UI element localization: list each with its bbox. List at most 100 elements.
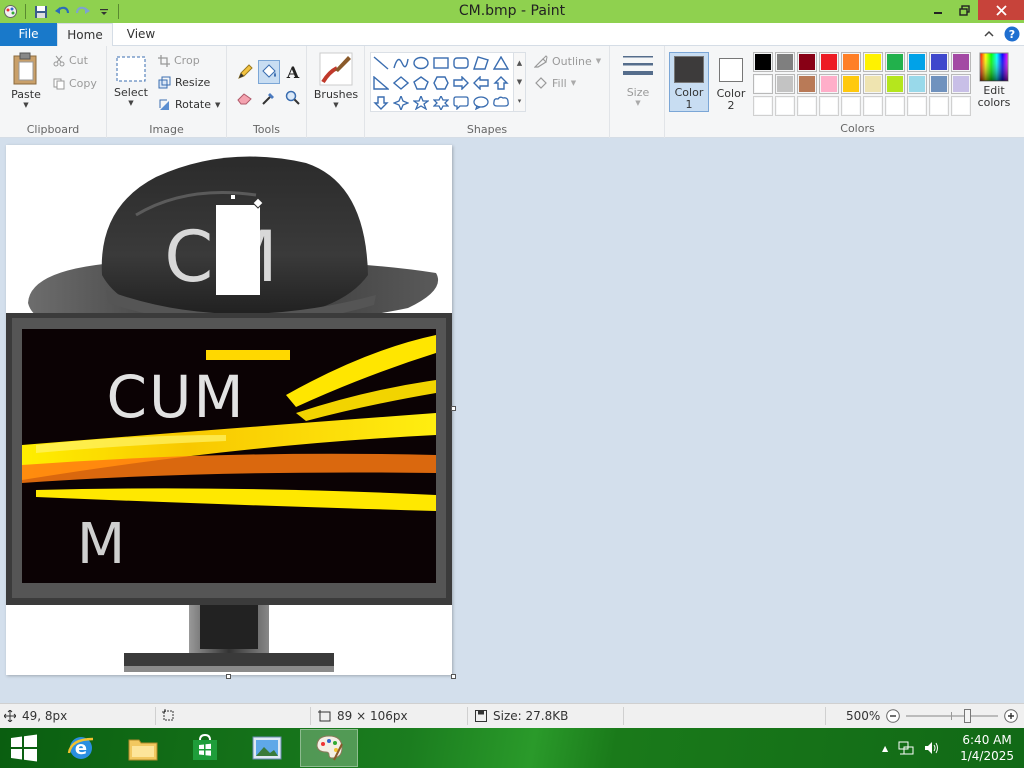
down-arrow-shape-icon[interactable]: [371, 93, 391, 113]
zoom-out-icon[interactable]: [886, 709, 901, 723]
palette-swatch-3-1[interactable]: [753, 96, 773, 116]
help-icon[interactable]: ?: [1004, 26, 1020, 42]
clock[interactable]: 6:40 AM 1/4/2025: [960, 732, 1014, 764]
hexagon-shape-icon[interactable]: [431, 73, 451, 93]
pentagon-shape-icon[interactable]: [411, 73, 431, 93]
zoom-slider[interactable]: [906, 709, 999, 723]
right-arrow-shape-icon[interactable]: [451, 73, 471, 93]
tab-view[interactable]: View: [113, 23, 169, 46]
palette-swatch-1-2[interactable]: [775, 52, 795, 72]
palette-swatch-1-5[interactable]: [841, 52, 861, 72]
tab-file[interactable]: File: [0, 23, 57, 46]
triangle-shape-icon[interactable]: [491, 53, 511, 73]
canvas-area[interactable]: CM CUM M: [0, 138, 1024, 703]
palette-swatch-3-3[interactable]: [797, 96, 817, 116]
minimize-button[interactable]: [924, 0, 951, 20]
palette-swatch-3-9[interactable]: [929, 96, 949, 116]
palette-swatch-3-4[interactable]: [819, 96, 839, 116]
palette-swatch-2-2[interactable]: [775, 74, 795, 94]
six-point-star-shape-icon[interactable]: [431, 93, 451, 113]
select-button[interactable]: Select ▼: [113, 56, 149, 107]
palette-swatch-2-3[interactable]: [797, 74, 817, 94]
palette-swatch-3-8[interactable]: [907, 96, 927, 116]
zoom-in-icon[interactable]: [1004, 709, 1019, 723]
taskbar-file-explorer[interactable]: [114, 729, 172, 767]
palette-swatch-1-7[interactable]: [885, 52, 905, 72]
palette-swatch-1-8[interactable]: [907, 52, 927, 72]
edit-colors-button[interactable]: Edit colors: [974, 52, 1014, 109]
color-1-button[interactable]: Color 1: [669, 52, 709, 112]
close-button[interactable]: [978, 0, 1024, 20]
text-tool[interactable]: A: [282, 60, 304, 84]
taskbar-photos[interactable]: [238, 729, 296, 767]
left-arrow-shape-icon[interactable]: [471, 73, 491, 93]
rotate-button[interactable]: Rotate ▼: [158, 98, 220, 111]
resize-handle-right[interactable]: [451, 406, 456, 411]
palette-swatch-2-5[interactable]: [841, 74, 861, 94]
palette-swatch-1-4[interactable]: [819, 52, 839, 72]
outline-button[interactable]: Outline ▼: [534, 54, 601, 68]
palette-swatch-3-2[interactable]: [775, 96, 795, 116]
polygon-shape-icon[interactable]: [471, 53, 491, 73]
collapse-ribbon-icon[interactable]: [984, 30, 994, 38]
palette-swatch-2-7[interactable]: [885, 74, 905, 94]
chevron-up-icon[interactable]: ▲: [517, 59, 522, 67]
eraser-tool[interactable]: [234, 86, 256, 110]
network-icon[interactable]: [898, 740, 914, 756]
color-2-button[interactable]: Color 2: [711, 52, 751, 112]
palette-swatch-1-1[interactable]: [753, 52, 773, 72]
five-point-star-shape-icon[interactable]: [411, 93, 431, 113]
brushes-button[interactable]: Brushes ▼: [314, 52, 358, 109]
more-shapes-icon[interactable]: ▾: [518, 97, 522, 105]
fill-button[interactable]: Fill ▼: [534, 76, 576, 90]
magnifier-tool[interactable]: [282, 86, 304, 110]
palette-swatch-3-6[interactable]: [863, 96, 883, 116]
palette-swatch-1-3[interactable]: [797, 52, 817, 72]
oval-shape-icon[interactable]: [411, 53, 431, 73]
palette-swatch-2-4[interactable]: [819, 74, 839, 94]
right-triangle-shape-icon[interactable]: [371, 73, 391, 93]
rounded-callout-shape-icon[interactable]: [451, 93, 471, 113]
palette-swatch-2-6[interactable]: [863, 74, 883, 94]
curve-shape-icon[interactable]: [391, 53, 411, 73]
palette-swatch-2-9[interactable]: [929, 74, 949, 94]
copy-button[interactable]: Copy: [53, 77, 97, 90]
chevron-down-icon[interactable]: ▼: [517, 78, 522, 86]
taskbar-paint[interactable]: [300, 729, 358, 767]
drawing-canvas[interactable]: CM CUM M: [6, 145, 452, 675]
tab-home[interactable]: Home: [57, 23, 113, 47]
four-point-star-shape-icon[interactable]: [391, 93, 411, 113]
palette-swatch-2-1[interactable]: [753, 74, 773, 94]
pencil-tool[interactable]: [234, 60, 256, 84]
size-button[interactable]: Size ▼: [619, 54, 657, 107]
resize-handle-corner[interactable]: [451, 674, 456, 679]
shapes-scrollbar[interactable]: ▲ ▼ ▾: [514, 52, 526, 112]
rounded-rectangle-shape-icon[interactable]: [451, 53, 471, 73]
volume-icon[interactable]: [924, 740, 940, 756]
restore-button[interactable]: [951, 0, 978, 20]
palette-swatch-2-8[interactable]: [907, 74, 927, 94]
palette-swatch-3-10[interactable]: [951, 96, 971, 116]
crop-button[interactable]: Crop: [158, 54, 200, 67]
palette-swatch-2-10[interactable]: [951, 74, 971, 94]
fill-tool[interactable]: [258, 60, 280, 84]
resize-button[interactable]: Resize: [158, 76, 210, 89]
palette-swatch-3-7[interactable]: [885, 96, 905, 116]
show-hidden-icons-icon[interactable]: ▲: [882, 744, 888, 753]
taskbar-internet-explorer[interactable]: e: [52, 729, 110, 767]
palette-swatch-1-9[interactable]: [929, 52, 949, 72]
paste-button[interactable]: Paste ▼: [6, 52, 46, 109]
color-picker-tool[interactable]: [258, 86, 280, 110]
taskbar-store[interactable]: [176, 729, 234, 767]
start-button[interactable]: [0, 729, 48, 767]
rectangle-shape-icon[interactable]: [431, 53, 451, 73]
palette-swatch-1-6[interactable]: [863, 52, 883, 72]
line-shape-icon[interactable]: [371, 53, 391, 73]
cut-button[interactable]: Cut: [53, 54, 88, 67]
oval-callout-shape-icon[interactable]: [471, 93, 491, 113]
diamond-shape-icon[interactable]: [391, 73, 411, 93]
resize-handle-bottom[interactable]: [226, 674, 231, 679]
palette-swatch-3-5[interactable]: [841, 96, 861, 116]
cloud-callout-shape-icon[interactable]: [491, 93, 511, 113]
palette-swatch-1-10[interactable]: [951, 52, 971, 72]
